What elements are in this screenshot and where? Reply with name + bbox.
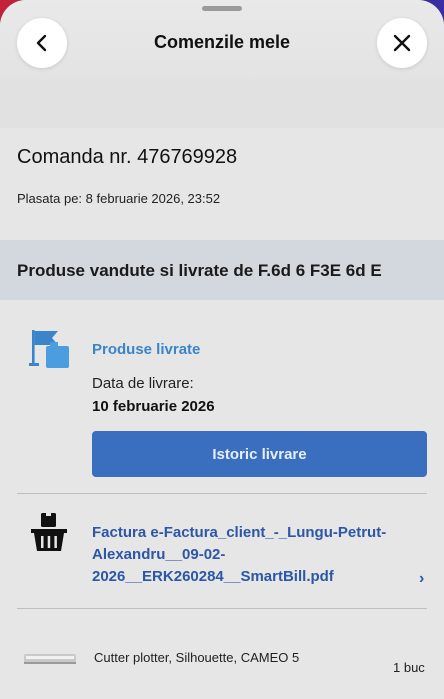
product-name: Cutter plotter, Silhouette, CAMEO 5 bbox=[94, 650, 300, 665]
delivery-history-button[interactable]: Istoric livrare bbox=[92, 431, 427, 477]
delivery-status: Produse livrate bbox=[92, 341, 201, 358]
order-number: Comanda nr. 476769928 bbox=[17, 146, 238, 168]
order-placed-date: Plasata pe: 8 februarie 2026, 23:52 bbox=[17, 191, 221, 206]
product-thumbnail bbox=[24, 654, 76, 664]
chevron-right-icon[interactable]: › bbox=[419, 570, 424, 588]
delivery-date: 10 februarie 2026 bbox=[92, 398, 215, 415]
divider bbox=[17, 608, 427, 609]
blurred-content-strip bbox=[0, 80, 444, 128]
invoice-link[interactable]: Factura e-Factura_client_-_Lungu-Petrut-… bbox=[92, 522, 407, 588]
delivery-date-label: Data de livrare: bbox=[92, 375, 194, 392]
sheet-grabber[interactable] bbox=[202, 6, 242, 11]
close-button[interactable] bbox=[377, 18, 427, 68]
close-icon bbox=[393, 34, 411, 52]
delivered-flag-icon bbox=[29, 330, 69, 368]
basket-invoice-icon bbox=[31, 512, 67, 551]
orders-sheet: Comenzile mele Comanda nr. 476769928 Pla… bbox=[0, 0, 444, 699]
divider bbox=[17, 493, 427, 494]
product-quantity: 1 buc bbox=[393, 660, 425, 675]
seller-heading: Produse vandute si livrate de F.6d 6 F3E… bbox=[17, 261, 382, 280]
